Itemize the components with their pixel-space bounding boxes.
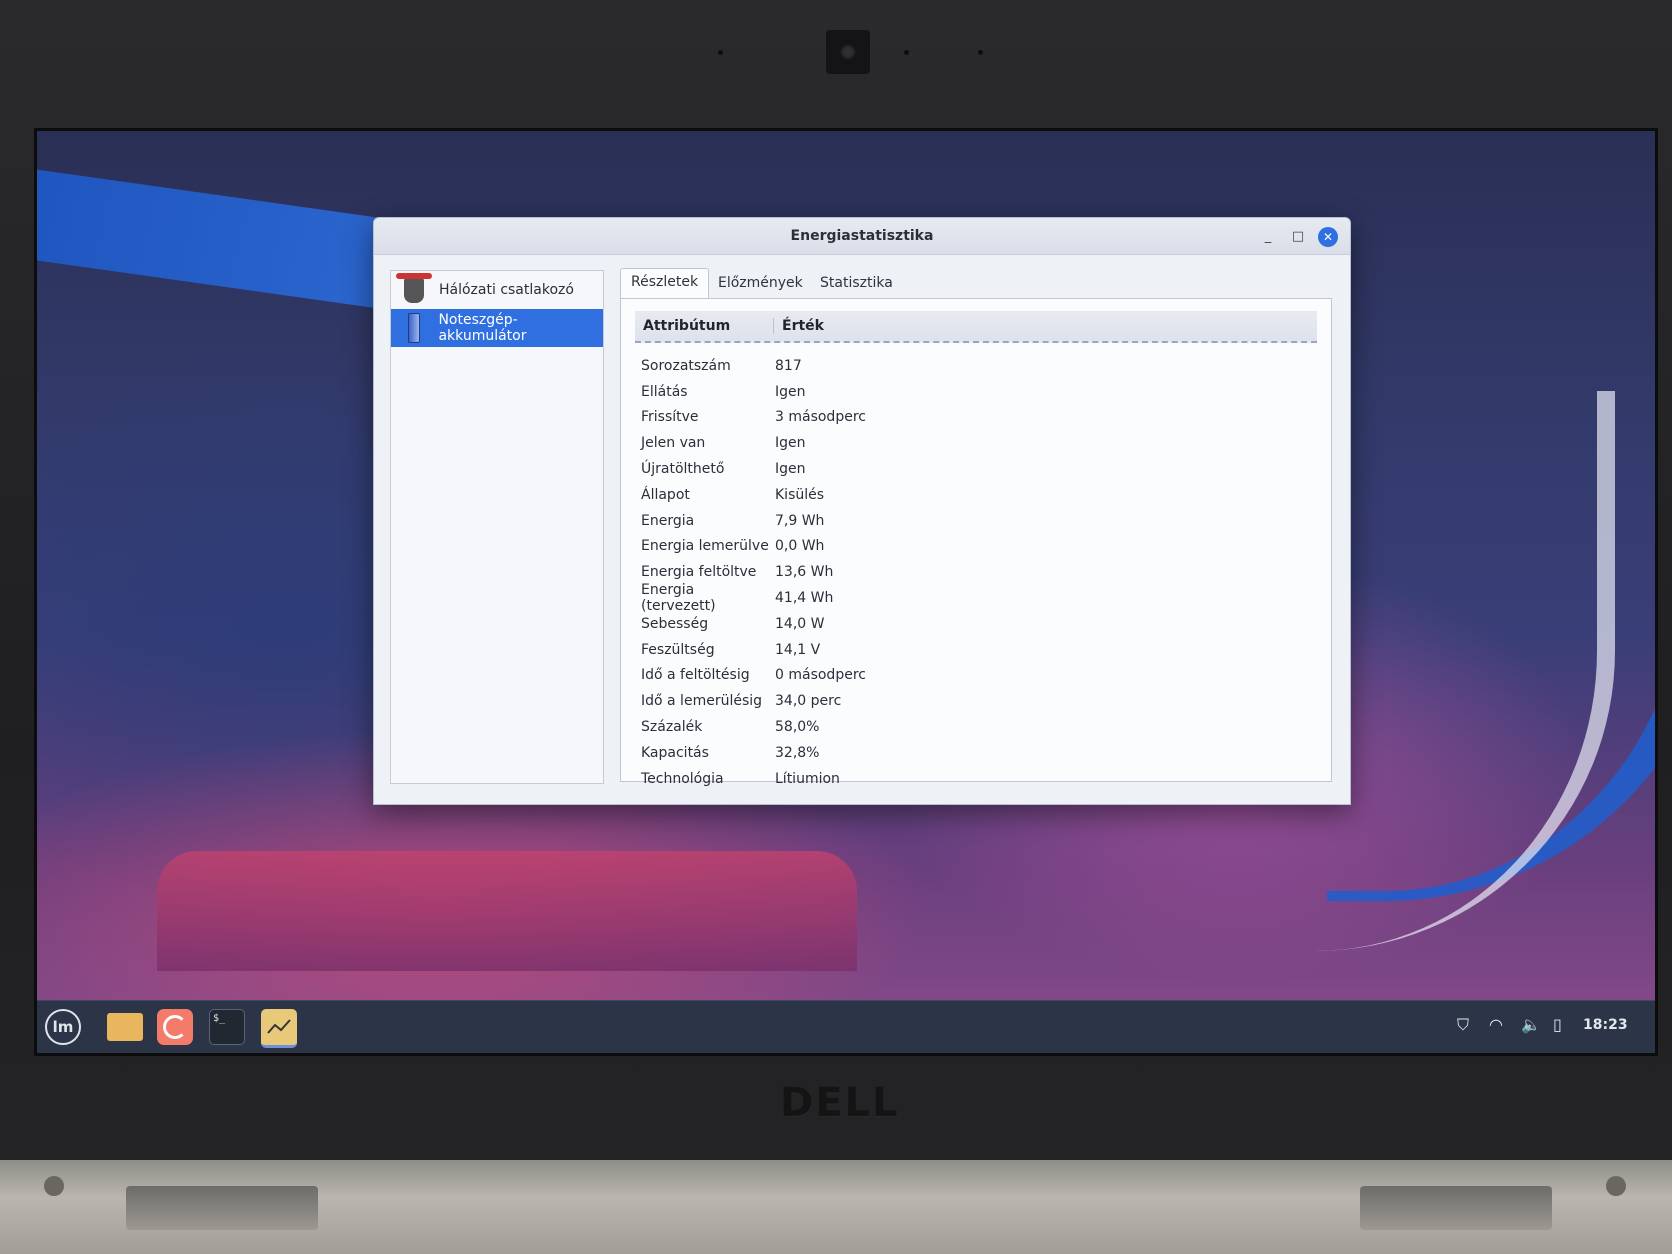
attribute-cell: Technológia: [641, 770, 724, 787]
attributes-table: Attribútum Érték Sorozatszám 817 Ellátás Ig…: [635, 311, 1317, 792]
table-body: Sorozatszám 817 Ellátás Igen Frissítve 3 máso…: [635, 353, 1317, 792]
tab-details[interactable]: Részletek: [620, 268, 710, 299]
value-cell: 41,4 Wh: [775, 590, 834, 607]
attribute-cell: Jelen van: [641, 435, 706, 452]
table-row[interactable]: Sorozatszám 817: [635, 353, 1317, 379]
window-title: Energiastatisztika: [790, 228, 934, 244]
screw: [44, 1176, 64, 1196]
value-cell: 0 másodperc: [775, 667, 866, 684]
close-button[interactable]: ✕: [1318, 227, 1338, 247]
attribute-cell: Energia lemerülve: [641, 538, 769, 555]
attribute-cell: Ellátás: [641, 383, 688, 400]
tab-history[interactable]: Előzmények: [708, 270, 813, 296]
attribute-cell: Feszültség: [641, 641, 715, 658]
value-cell: 34,0 perc: [775, 693, 842, 710]
titlebar[interactable]: Energiastatisztika _ □ ✕: [374, 218, 1350, 255]
maximize-button[interactable]: □: [1288, 227, 1308, 247]
table-row[interactable]: Állapot Kisülés: [635, 482, 1317, 508]
attribute-cell: Idő a feltöltésig: [641, 667, 750, 684]
column-header-value[interactable]: Érték: [774, 318, 824, 334]
wallpaper-wave: [157, 851, 857, 971]
brand-logo: DELL: [780, 1080, 900, 1126]
attribute-cell: Energia: [641, 512, 695, 529]
table-row[interactable]: Energia (tervezett) 41,4 Wh: [635, 582, 1317, 615]
attribute-cell: Sorozatszám: [641, 357, 731, 374]
table-row[interactable]: Újratölthető Igen: [635, 456, 1317, 482]
device-item-ac-adapter[interactable]: Hálózati csatlakozó: [391, 271, 603, 309]
table-row[interactable]: Idő a feltöltésig 0 másodperc: [635, 663, 1317, 689]
table-row[interactable]: Jelen van Igen: [635, 430, 1317, 456]
clock[interactable]: 18:23: [1583, 1017, 1628, 1033]
table-row[interactable]: Idő a lemerülésig 34,0 perc: [635, 688, 1317, 714]
table-row[interactable]: Frissítve 3 másodperc: [635, 405, 1317, 431]
value-cell: 817: [775, 357, 802, 374]
value-cell: Kisülés: [775, 486, 825, 503]
column-header-attribute[interactable]: Attribútum: [635, 318, 774, 334]
chart-line-icon: [267, 1019, 291, 1034]
table-row[interactable]: Százalék 58,0%: [635, 714, 1317, 740]
details-panel: Attribútum Érték Sorozatszám 817 Ellátás Ig…: [620, 298, 1332, 787]
value-cell: 32,8%: [775, 744, 820, 761]
sensor-dot: [978, 50, 983, 55]
power-statistics-app-icon[interactable]: [261, 1009, 297, 1048]
attribute-cell: Állapot: [641, 486, 690, 503]
value-cell: 13,6 Wh: [775, 564, 834, 581]
attribute-cell: Energia feltöltve: [641, 564, 757, 581]
attribute-cell: Kapacitás: [641, 744, 709, 761]
device-label: Noteszgép-akkumulátor: [438, 312, 527, 344]
attribute-cell: Sebesség: [641, 615, 709, 632]
taskbar: lm $_ ⛉ ◠ 🔈 ▯ 18:23: [37, 1000, 1655, 1053]
device-label: Hálózati csatlakozó: [439, 282, 574, 298]
details-area: Részletek Előzmények Statisztika Attribú…: [620, 266, 1332, 787]
attribute-cell: Energia (tervezett): [641, 582, 716, 615]
sensor-dot: [718, 50, 723, 55]
value-cell: Igen: [775, 461, 806, 478]
value-cell: Igen: [775, 435, 806, 452]
firefox-icon[interactable]: [157, 1009, 193, 1045]
table-row[interactable]: Energia 7,9 Wh: [635, 508, 1317, 534]
webcam: [826, 30, 870, 74]
value-cell: 14,1 V: [775, 641, 821, 658]
attribute-cell: Frissítve: [641, 409, 699, 426]
table-row[interactable]: Ellátás Igen: [635, 379, 1317, 405]
wifi-icon[interactable]: ◠: [1489, 1015, 1503, 1034]
battery-icon: [397, 312, 430, 344]
minimize-button[interactable]: _: [1258, 227, 1278, 247]
shield-icon[interactable]: ⛉: [1457, 1015, 1469, 1035]
value-cell: Lítiumion: [775, 770, 840, 787]
battery-tray-icon[interactable]: ▯: [1553, 1015, 1562, 1034]
table-header: Attribútum Érték: [635, 311, 1317, 343]
table-row[interactable]: Sebesség 14,0 W: [635, 611, 1317, 637]
screen: Energiastatisztika _ □ ✕ Hálózati csatla…: [34, 128, 1658, 1056]
power-plug-icon: [396, 273, 432, 306]
table-row[interactable]: Kapacitás 32,8%: [635, 740, 1317, 766]
attribute-cell: Újratölthető: [641, 461, 725, 478]
hinge: [1360, 1186, 1552, 1230]
device-list: Hálózati csatlakozó Noteszgép-akkumuláto…: [390, 270, 604, 784]
volume-icon[interactable]: 🔈: [1521, 1015, 1541, 1034]
value-cell: 0,0 Wh: [775, 538, 825, 555]
power-statistics-window: Energiastatisztika _ □ ✕ Hálózati csatla…: [373, 217, 1351, 805]
value-cell: 58,0%: [775, 719, 820, 736]
tab-statistics[interactable]: Statisztika: [810, 270, 903, 296]
table-row[interactable]: Energia lemerülve 0,0 Wh: [635, 534, 1317, 560]
hinge: [126, 1186, 318, 1230]
value-cell: 7,9 Wh: [775, 512, 825, 529]
tab-bar: Részletek Előzmények Statisztika: [620, 266, 1332, 299]
table-row[interactable]: Feszültség 14,1 V: [635, 637, 1317, 663]
terminal-icon[interactable]: $_: [209, 1009, 245, 1045]
value-cell: 14,0 W: [775, 615, 825, 632]
value-cell: 3 másodperc: [775, 409, 866, 426]
mint-menu-button[interactable]: lm: [45, 1009, 81, 1045]
device-item-laptop-battery[interactable]: Noteszgép-akkumulátor: [391, 309, 603, 347]
screw: [1606, 1176, 1626, 1196]
sensor-dot: [904, 50, 909, 55]
table-row[interactable]: Technológia Lítiumion: [635, 766, 1317, 792]
value-cell: Igen: [775, 383, 806, 400]
attribute-cell: Idő a lemerülésig: [641, 693, 763, 710]
attribute-cell: Százalék: [641, 719, 703, 736]
files-app-icon[interactable]: [107, 1013, 143, 1041]
